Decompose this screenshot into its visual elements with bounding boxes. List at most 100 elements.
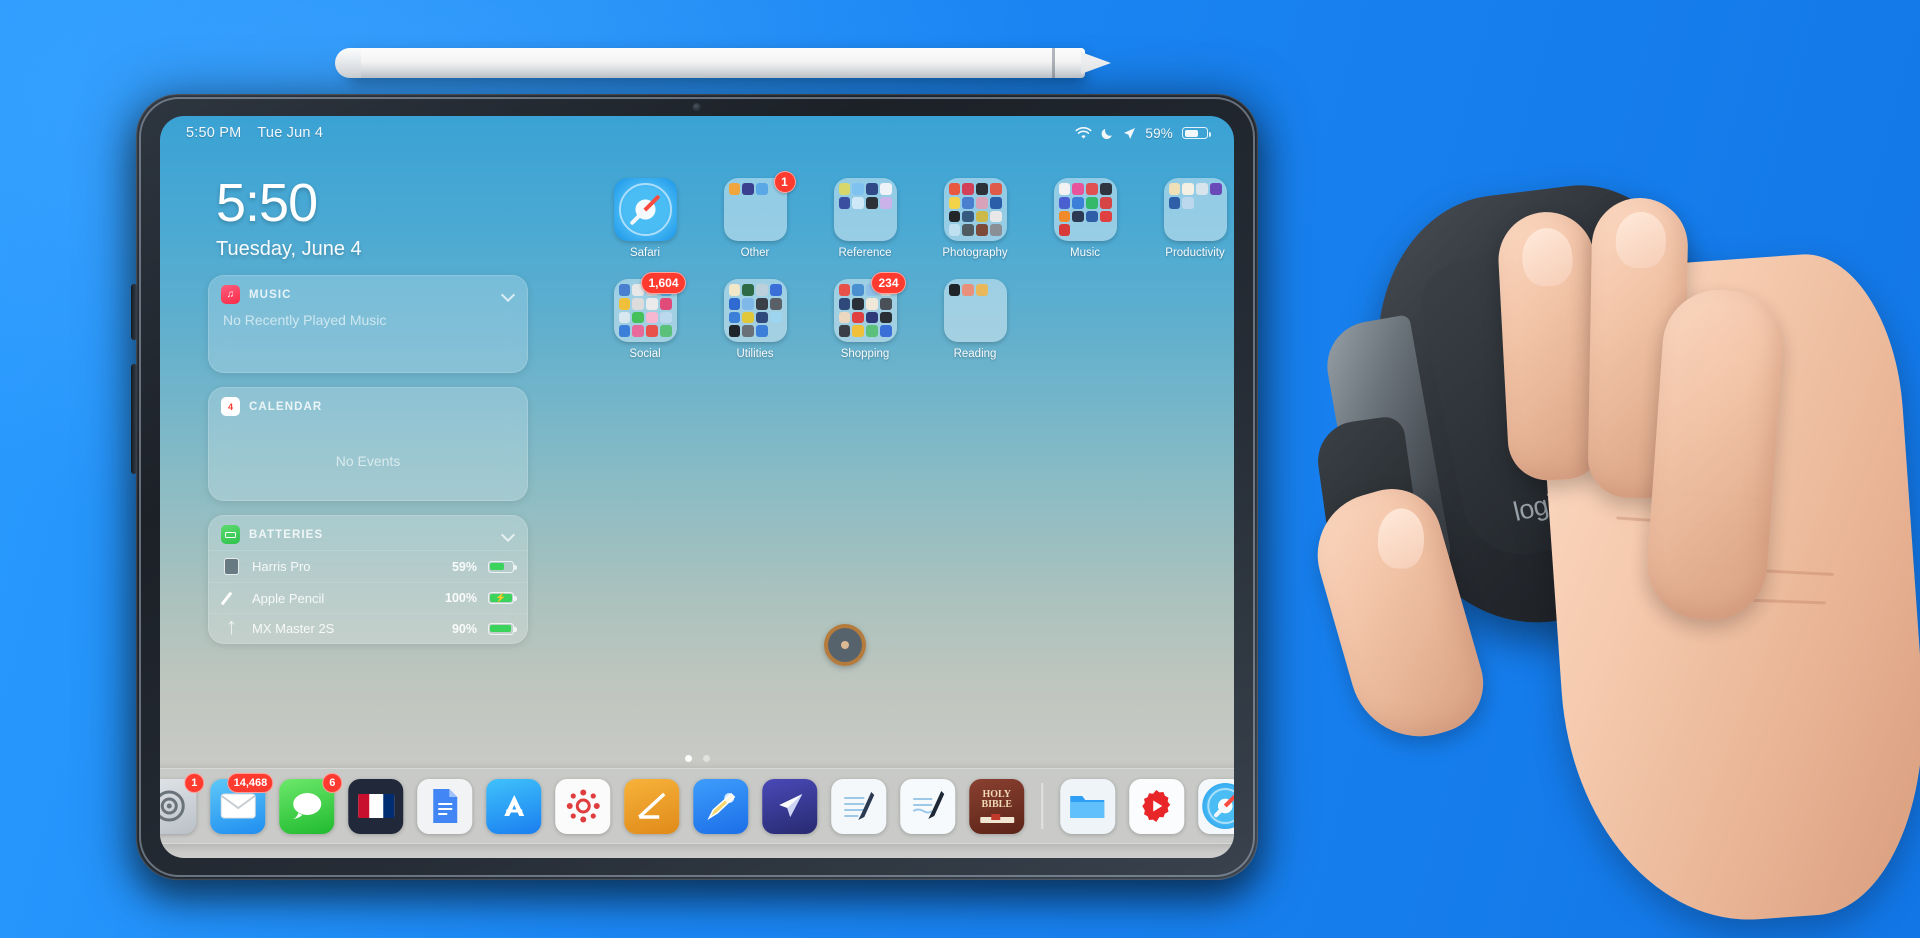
fingernail	[1615, 211, 1667, 269]
folder-icon-music[interactable]: Music	[1030, 178, 1140, 259]
battery-widget-icon	[221, 525, 240, 544]
dock-item-messages[interactable]: 6	[279, 772, 343, 834]
battery-icon	[1182, 127, 1211, 139]
pencil-icon	[706, 792, 735, 821]
dock-item-notability[interactable]	[624, 778, 680, 834]
widget-column: 5:50 Tuesday, June 4 ♫ MUSIC No Recently…	[208, 176, 528, 644]
folder-icon-productivity[interactable]: Productivity	[1140, 178, 1234, 259]
page-dot-2[interactable]	[702, 755, 710, 762]
folder-icon-reference[interactable]: Reference	[810, 178, 920, 259]
app-icon-safari[interactable]: Safari	[590, 178, 700, 259]
ipad-device: 5:50 PM Tue Jun 4 59% 5:50 Tuesday, June…	[131, 94, 1258, 880]
clock-time: 5:50	[216, 173, 318, 233]
battery-device-name: Harris Pro	[252, 559, 311, 574]
dock-item-app-store[interactable]	[486, 778, 542, 834]
home-screen-app-grid: Safari 1 Other Reference Photography Mus…	[590, 171, 1234, 360]
ring-finger	[1643, 286, 1787, 624]
pencil-tip-seam	[1052, 48, 1055, 78]
app-label: Music	[1069, 247, 1101, 259]
dock-item-safari[interactable]	[1197, 778, 1234, 834]
dock-item-holy-bible[interactable]: HOLY BIBLE	[969, 778, 1025, 834]
app-label: Reading	[953, 348, 997, 360]
battery-device-name: MX Master 2S	[252, 621, 335, 636]
dock-item-mlb[interactable]	[348, 778, 404, 834]
page-indicator-dots[interactable]	[160, 755, 1234, 762]
battery-row: ᛏ MX Master 2S 90%	[209, 613, 527, 643]
badge-count: 14,468	[227, 772, 274, 793]
canvas-icon	[566, 789, 600, 823]
calendar-widget[interactable]: 4 CALENDAR No Events	[208, 387, 528, 501]
chevron-down-icon[interactable]	[502, 288, 515, 301]
app-label: Other	[740, 247, 770, 259]
music-widget-body: No Recently Played Music	[223, 312, 387, 328]
dock-item-mail[interactable]: 14,468	[210, 772, 274, 834]
music-widget[interactable]: ♫ MUSIC No Recently Played Music	[208, 275, 528, 373]
fingernail	[1520, 226, 1574, 288]
gear-play-icon	[1142, 790, 1171, 822]
folder-icon-other[interactable]: 1 Other	[700, 171, 810, 259]
dock-item-red-gear[interactable]	[1128, 778, 1184, 834]
battery-level-icon: ⚡	[488, 592, 517, 604]
ipad-device-icon	[222, 558, 241, 575]
pen-stroke-icon	[637, 792, 665, 819]
dock-item-documents[interactable]	[762, 778, 818, 834]
folder-thumbnail[interactable]	[1163, 178, 1227, 241]
dock-item-paper[interactable]	[693, 778, 749, 834]
dock-item-canvas[interactable]	[555, 778, 611, 834]
volume-button[interactable]	[131, 284, 137, 340]
chevron-down-icon[interactable]	[502, 528, 515, 541]
ipad-screen: 5:50 PM Tue Jun 4 59% 5:50 Tuesday, June…	[160, 116, 1234, 858]
status-battery-percent: 59%	[1145, 125, 1173, 141]
battery-device-percent: 90%	[451, 621, 477, 636]
dock-item-goodnotes[interactable]	[900, 778, 956, 834]
folder-thumbnail[interactable]	[943, 178, 1007, 241]
battery-level-icon	[488, 560, 517, 573]
folder-thumbnail[interactable]	[723, 279, 787, 342]
badge-count: 1	[184, 772, 205, 793]
folder-icon-utilities[interactable]: Utilities	[700, 279, 810, 360]
folder-icon-shopping[interactable]: 234 Shopping	[810, 272, 920, 360]
calendar-icon: 4	[221, 397, 240, 416]
app-label: Photography	[942, 247, 1008, 259]
power-button[interactable]	[131, 364, 137, 474]
moon-icon	[1101, 127, 1114, 140]
status-bar: 5:50 PM Tue Jun 4 59%	[160, 116, 1234, 150]
envelope-icon	[220, 793, 256, 819]
badge-count: 6	[322, 772, 343, 793]
dock-item-files[interactable]	[1059, 778, 1115, 834]
document-icon	[432, 789, 457, 823]
folder-icon	[1070, 796, 1105, 818]
app-store-icon	[503, 795, 524, 816]
folder-icon-social[interactable]: 1,604 Social	[590, 272, 700, 360]
batteries-widget[interactable]: BATTERIES Harris Pro 59% Apple Pencil 10…	[208, 515, 528, 644]
charging-bolt-icon: ⚡	[495, 592, 507, 603]
clock-widget: 5:50 Tuesday, June 4	[208, 176, 528, 261]
battery-device-percent: 59%	[451, 559, 477, 574]
wifi-icon	[1075, 126, 1092, 140]
dock-item-google-docs[interactable]	[417, 778, 473, 834]
music-note-icon: ♫	[221, 285, 240, 304]
folder-icon-reading[interactable]: Reading	[920, 279, 1030, 360]
battery-device-percent: 100%	[445, 591, 477, 605]
calendar-widget-title: CALENDAR	[249, 400, 323, 413]
batteries-widget-title: BATTERIES	[249, 528, 324, 541]
folder-thumbnail[interactable]	[833, 178, 897, 241]
dock-item-settings[interactable]: 1	[160, 772, 205, 834]
dock-item-noteshelf[interactable]	[831, 778, 887, 834]
clock-date: Tuesday, June 4	[216, 238, 362, 260]
battery-row: Harris Pro 59%	[209, 550, 527, 582]
folder-icon-photography[interactable]: Photography	[920, 178, 1030, 259]
pointer-cursor	[824, 624, 866, 666]
badge-count: 1	[773, 171, 796, 193]
app-label: Safari	[629, 247, 661, 259]
app-label: Reference	[838, 247, 892, 259]
dock: 1 14,468 6 HOLY BIBLE	[160, 768, 1234, 844]
safari-icon[interactable]	[613, 178, 677, 241]
bluetooth-icon: ᛏ	[226, 620, 236, 637]
page-dot-1[interactable]	[684, 755, 692, 762]
folder-thumbnail[interactable]	[1053, 178, 1117, 241]
status-date: Tue Jun 4	[257, 125, 324, 141]
folder-thumbnail[interactable]	[943, 279, 1007, 342]
battery-device-name: Apple Pencil	[252, 590, 325, 606]
mlb-logo-icon	[357, 794, 394, 818]
